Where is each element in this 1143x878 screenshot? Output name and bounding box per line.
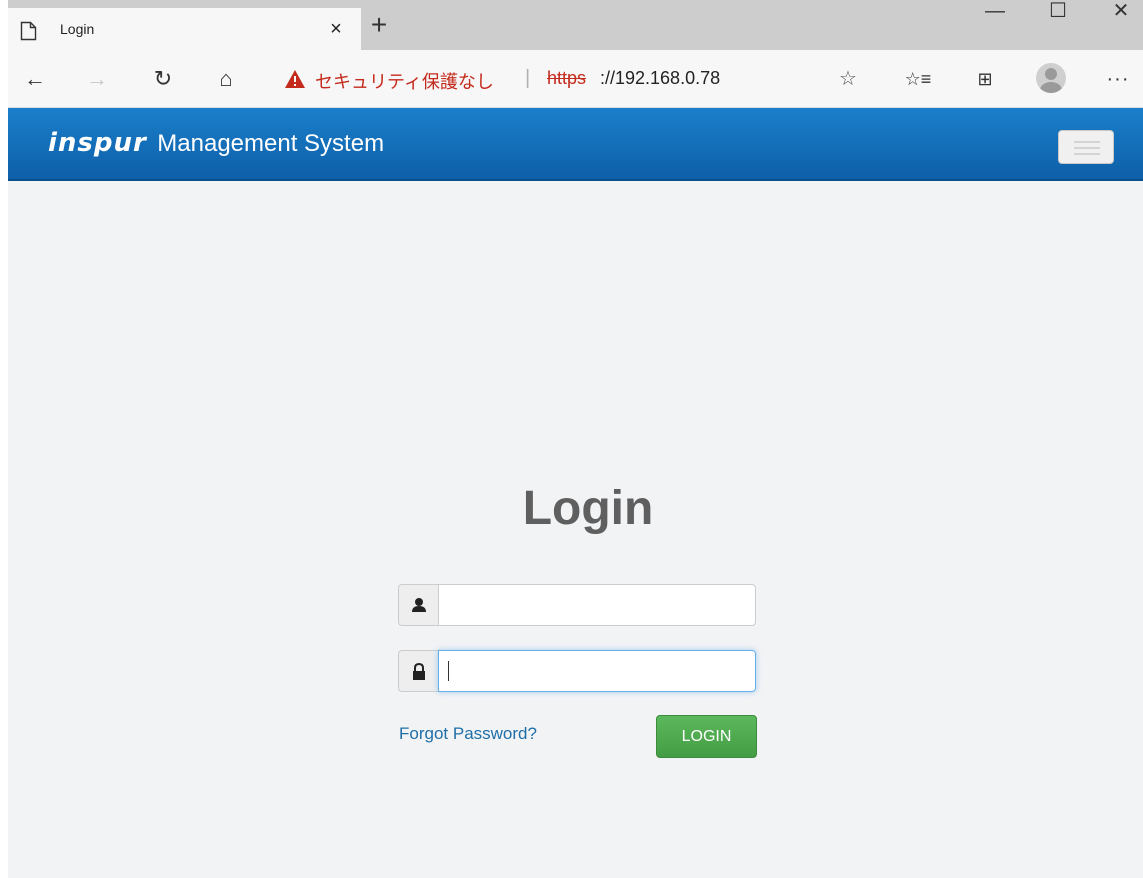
password-group — [398, 650, 756, 692]
forward-icon[interactable]: → — [82, 64, 112, 94]
user-icon — [412, 598, 426, 612]
login-heading: Login — [522, 482, 654, 535]
add-favorite-icon[interactable]: ☆ — [833, 64, 863, 94]
username-input[interactable] — [438, 584, 756, 626]
more-icon[interactable]: ··· — [1103, 64, 1133, 94]
profile-icon[interactable] — [1036, 63, 1066, 93]
back-icon[interactable]: ← — [20, 64, 50, 94]
page-icon — [20, 21, 37, 41]
text-caret — [448, 661, 449, 681]
menu-toggle-button[interactable] — [1058, 130, 1114, 164]
maximize-button[interactable]: ☐ — [1038, 0, 1078, 30]
home-icon[interactable]: ⌂ — [211, 64, 241, 94]
security-warning-text: セキュリティ保護なし — [315, 72, 494, 92]
address-bar[interactable]: セキュリティ保護なし | https ://192.168.0.78 — [270, 64, 830, 96]
username-group — [398, 584, 756, 626]
favorites-icon[interactable]: ☆≡ — [903, 64, 933, 94]
refresh-icon[interactable]: ↻ — [148, 64, 178, 94]
address-separator: | — [525, 67, 531, 89]
password-input[interactable] — [438, 650, 756, 692]
tab-title: Login — [60, 21, 95, 37]
browser-toolbar: ← → ↻ ⌂ セキュリティ保護なし | https ://192.168.0.… — [8, 50, 1143, 108]
browser-window: Login × + — ☐ ✕ ← → ↻ ⌂ セキュリティ保護なし | htt… — [8, 0, 1143, 878]
login-button[interactable]: LOGIN — [656, 715, 757, 758]
forgot-password-link[interactable]: Forgot Password? — [399, 724, 537, 744]
lock-addon — [398, 650, 438, 692]
inspur-logo: inspur — [48, 128, 147, 158]
brand: inspur Management System — [48, 128, 384, 158]
warning-icon — [285, 70, 305, 88]
url-scheme: https — [547, 68, 587, 88]
tab-strip: Login × + — ☐ ✕ — [8, 0, 1143, 50]
collections-icon[interactable]: ⊞ — [970, 64, 1000, 94]
window-close-button[interactable]: ✕ — [1101, 0, 1141, 30]
user-addon — [398, 584, 438, 626]
browser-tab[interactable]: Login × — [8, 8, 361, 50]
minimize-button[interactable]: — — [975, 0, 1015, 30]
lock-icon — [413, 662, 425, 680]
tab-close-icon[interactable]: × — [324, 18, 348, 42]
login-page: Login Forgot Password? LOGIN — [8, 183, 1143, 878]
url-host: ://192.168.0.78 — [600, 68, 721, 88]
new-tab-button[interactable]: + — [365, 11, 393, 40]
app-header: inspur Management System — [8, 108, 1143, 181]
app-title: Management System — [157, 130, 385, 157]
